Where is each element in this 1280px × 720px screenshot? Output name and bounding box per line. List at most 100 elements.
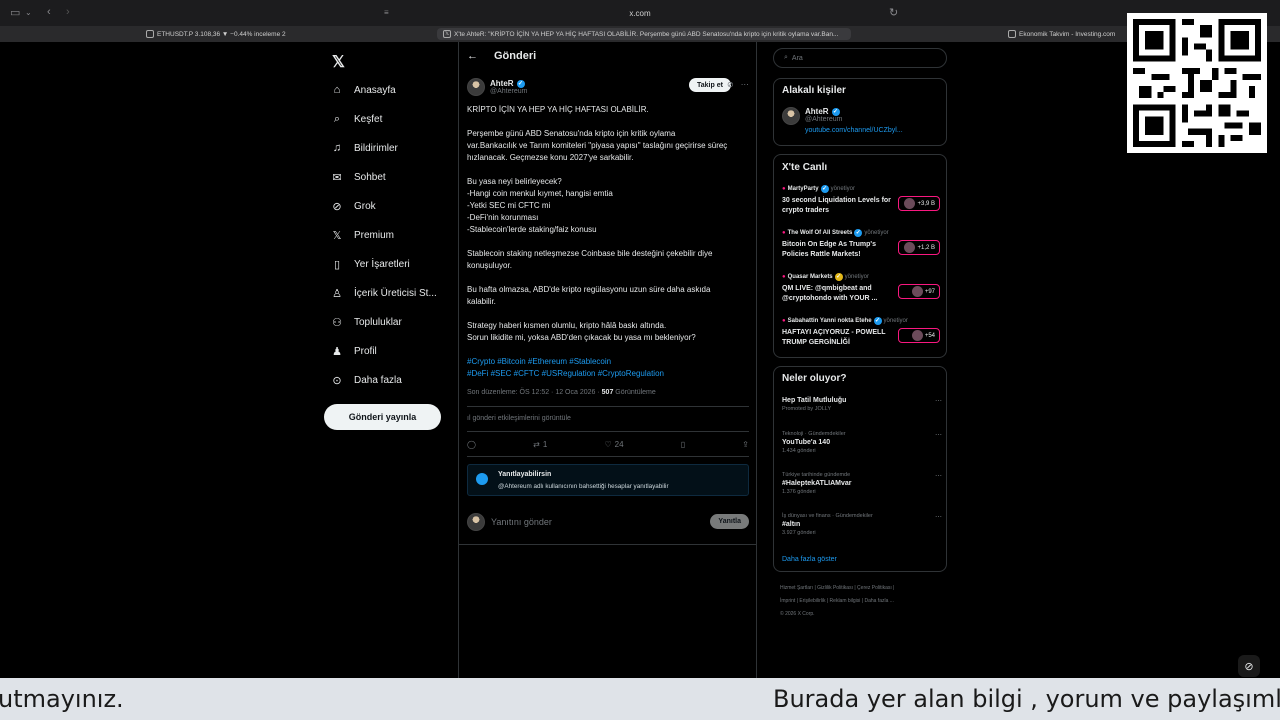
nav-label: Yer İşaretleri <box>354 258 410 270</box>
like-button[interactable]: ♡ 24 <box>604 440 623 449</box>
live-item[interactable]: ● The Wolf Of All Streets ✓ yönetiyor Bitco… <box>782 229 942 259</box>
related-people-panel: Alakalı kişiler AhteR ✓ @Ahtereum youtube… <box>773 78 947 146</box>
nav-notifications[interactable]: ♫ Bildirimler <box>330 140 398 156</box>
view-count: 507 <box>601 389 614 396</box>
nav-chat[interactable]: ✉ Sohbet <box>330 169 386 185</box>
listener-count: +1,2 B <box>917 244 935 251</box>
listener-badge: +1,2 B <box>898 240 940 255</box>
page-title: Gönderi <box>494 50 537 62</box>
more-options-icon[interactable]: ⋯ <box>935 513 942 521</box>
x-logo-icon[interactable]: 𝕏 <box>332 52 345 72</box>
grok-icon[interactable]: ⊘ <box>1238 655 1260 677</box>
avatar <box>467 513 485 531</box>
nav-creator-studio[interactable]: ♙ İçerik Üreticisi St... <box>330 285 437 301</box>
search-placeholder: Ara <box>791 54 803 62</box>
post-author[interactable]: AhteR ✓ @Ahtereum <box>467 78 527 96</box>
nav-profile[interactable]: ♟ Profil <box>330 343 377 359</box>
more-icon: ⊙ <box>332 374 342 387</box>
trend-item[interactable]: Teknoloji · Gündemdekiler YouTube'a 140 … <box>782 431 942 454</box>
grok-icon[interactable]: ⊘ <box>727 80 734 89</box>
post-meta: Son düzenleme: ÖS 12:52 · 12 Oca 2026 · … <box>467 389 656 396</box>
related-person[interactable]: AhteR ✓ @Ahtereum youtube.com/channel/UCZ… <box>782 107 903 134</box>
nav-label: Keşfet <box>354 113 383 125</box>
panel-title: Alakalı kişiler <box>782 85 846 96</box>
ticker-text: Burada yer alan bilgi , yorum ve paylaşı… <box>773 685 1280 713</box>
trend-item[interactable]: Türkiye tarihinde gündemde #HaleptekATLI… <box>782 472 942 495</box>
nav-more[interactable]: ⊙ Daha fazla <box>330 372 401 388</box>
tab-ethusdt[interactable]: ETHUSDT.P 3.108,36 ▼ −0.44% inceleme 2 <box>146 28 426 40</box>
reply-icon[interactable]: ◯ <box>467 440 476 449</box>
panel-title: Neler oluyor? <box>782 373 847 384</box>
reply-button[interactable]: Yanıtla <box>710 514 749 529</box>
live-item[interactable]: ● Quasar Markets ✓ yönetiyor QM LIVE: @qmbi… <box>782 273 942 303</box>
avatar <box>904 198 916 209</box>
verified-badge-icon: ✓ <box>516 79 525 88</box>
search-icon: ⌕ <box>333 112 341 125</box>
footer-copyright: © 2026 X Corp. <box>780 611 815 617</box>
nav-grok[interactable]: ⊘ Grok <box>330 198 375 214</box>
show-more-link[interactable]: Daha fazla göster <box>782 556 837 563</box>
trend-item[interactable]: İş dünyası ve finans · Gündemdekiler #al… <box>782 513 942 536</box>
live-item[interactable]: ● Sabahattin Yanni nokta Etehe ✓ yönetiyor … <box>782 317 942 347</box>
tab-label: ETHUSDT.P 3.108,36 ▼ −0.44% inceleme 2 <box>157 30 286 38</box>
tab-investing[interactable]: Ekonomik Takvim - Investing.com <box>1008 28 1123 40</box>
footer-line[interactable]: Hizmet Şartları | Gizlilik Politikası | … <box>780 582 948 595</box>
tab-x-post[interactable]: 𝕏 X'te AhteR: "KRİPTO İÇİN YA HEP YA HİÇ… <box>437 28 851 40</box>
reply-input[interactable]: Yanıtını gönder <box>491 517 552 527</box>
nav-bookmarks[interactable]: ▯ Yer İşaretleri <box>330 256 410 272</box>
chevron-down-icon[interactable]: ⌄ <box>25 8 32 17</box>
divider <box>467 431 749 432</box>
nav-label: Topluluklar <box>354 316 402 328</box>
reply-composer[interactable]: Yanıtını gönder Yanıtla <box>467 512 749 532</box>
more-options-icon[interactable]: ⋯ <box>935 472 942 480</box>
tab-bar: ETHUSDT.P 3.108,36 ▼ −0.44% inceleme 2 𝕏… <box>0 26 1280 42</box>
post-actions: ◯ ⇄ 1 ♡ 24 ▯ ⇪ <box>467 440 749 449</box>
trend-item[interactable]: Hep Tatil Mutluluğu Promoted by JOLLY ⋯ <box>782 397 942 412</box>
engagement-link[interactable]: ıl gönderi etkileşimlerini görüntüle <box>467 415 571 422</box>
avatar[interactable] <box>467 78 485 96</box>
share-icon[interactable]: ⇪ <box>742 440 749 449</box>
post-button[interactable]: Gönderi yayınla <box>324 404 441 430</box>
live-icon: ● <box>782 186 786 192</box>
post-column: ← Gönderi AhteR ✓ @Ahtereum Takip et ⊘ ⋯ … <box>458 42 757 678</box>
related-handle: @Ahtereum <box>805 116 843 123</box>
trend-category: İş dünyası ve finans · Gündemdekiler <box>782 513 873 519</box>
reload-icon[interactable]: ↻ <box>889 6 898 19</box>
trend-name: #altın <box>782 521 801 528</box>
people-icon: ⚇ <box>332 316 342 329</box>
back-icon[interactable]: ‹ <box>47 6 51 18</box>
bookmark-icon[interactable]: ▯ <box>681 440 685 449</box>
heart-icon: ♡ <box>604 440 612 449</box>
listener-count: +97 <box>924 288 935 295</box>
nav-explore[interactable]: ⌕ Keşfet <box>330 111 382 127</box>
nav-communities[interactable]: ⚇ Topluluklar <box>330 314 402 330</box>
nav-home[interactable]: ⌂ Anasayfa <box>330 82 396 98</box>
live-title: QM LIVE: @qmbigbeat and @cryptohondo wit… <box>782 285 878 302</box>
person-icon: ♟ <box>332 345 342 358</box>
post-text-paragraph: Perşembe günü ABD Senatosu'nda kripto iç… <box>467 129 728 162</box>
edited-timestamp[interactable]: Son düzenleme: ÖS 12:52 · 12 Oca 2026 · <box>467 389 600 396</box>
search-input[interactable]: ⌕ Ara <box>773 48 947 68</box>
nav-premium[interactable]: 𝕏 Premium <box>330 227 394 243</box>
more-options-icon[interactable]: ⋯ <box>741 80 749 89</box>
address-bar[interactable]: x.com <box>380 5 900 21</box>
trend-count: 1.376 gönderi <box>782 489 816 495</box>
verified-badge-icon: ✓ <box>831 107 840 116</box>
back-arrow-icon[interactable]: ← <box>467 50 478 62</box>
nav-label: Sohbet <box>354 171 386 183</box>
repost-button[interactable]: ⇄ 1 <box>533 440 547 449</box>
more-options-icon[interactable]: ⋯ <box>935 397 942 405</box>
site-settings-icon[interactable]: ≡ <box>384 8 389 17</box>
sidebar-toggle-icon[interactable]: ▭ <box>10 6 20 19</box>
tab-label: X'te AhteR: "KRİPTO İÇİN YA HEP YA HİÇ H… <box>454 30 839 38</box>
related-link[interactable]: youtube.com/channel/UCZbyl... <box>805 127 903 134</box>
forward-icon[interactable]: › <box>66 6 70 18</box>
post-hashtags[interactable]: #Crypto #Bitcoin #Ethereum #Stablecoin #… <box>467 356 752 380</box>
divider <box>467 406 749 407</box>
footer-line[interactable]: İmprint | Erişilebilirlik | Reklam bilgi… <box>780 595 948 608</box>
live-item[interactable]: ● MartyParty ✓ yönetiyor 30 second Liquidat… <box>782 185 942 215</box>
engagement-label: gönderi etkileşimlerini görüntüle <box>472 415 571 422</box>
more-options-icon[interactable]: ⋯ <box>935 431 942 439</box>
author-handle: @Ahtereum <box>490 88 528 95</box>
follow-button[interactable]: Takip et <box>689 78 731 92</box>
